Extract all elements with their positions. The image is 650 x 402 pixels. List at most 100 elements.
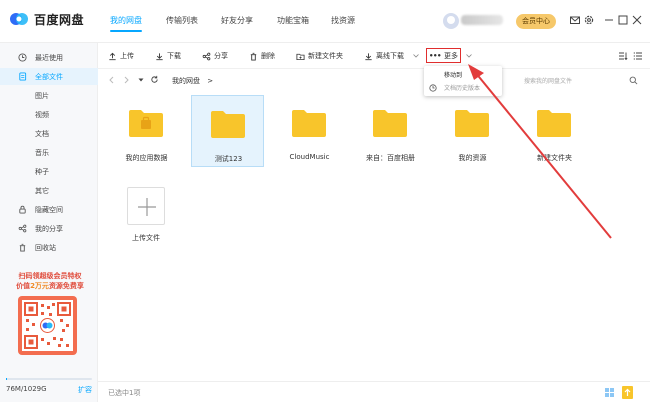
promo-text[interactable]: 扫码领超级会员特权 价值2万元资源免费享	[8, 271, 92, 291]
sidebar-item-label: 种子	[35, 167, 49, 176]
sidebar-item-recycle-bin[interactable]: 回收站	[0, 239, 98, 256]
sidebar-item-hidden-space[interactable]: 隐藏空间	[0, 201, 98, 218]
settings-gear-icon[interactable]	[583, 14, 595, 26]
upload-label: 上传	[120, 52, 134, 60]
back-arrow-icon[interactable]	[108, 76, 115, 84]
sidebar-item-my-shares[interactable]: 我的分享	[0, 220, 98, 237]
new-folder-button[interactable]: 新建文件夹	[296, 51, 343, 61]
file-item[interactable]: CloudMusic	[273, 95, 346, 167]
offline-download-label: 离线下载	[376, 52, 404, 60]
upload-file-tile[interactable]	[127, 187, 165, 225]
maximize-icon[interactable]	[617, 14, 629, 26]
more-dropdown-menu: 移动到 文档历史版本	[424, 66, 502, 96]
chevron-down-icon[interactable]	[466, 54, 472, 58]
promo-value-desc: 资源免费享	[48, 282, 84, 290]
trash-icon	[250, 52, 257, 61]
sidebar-item-other[interactable]: 其它	[0, 182, 98, 199]
file-icon	[19, 72, 27, 81]
minimize-icon[interactable]	[603, 14, 615, 26]
new-folder-icon	[296, 53, 305, 60]
file-name: CloudMusic	[289, 153, 330, 161]
lock-icon	[19, 205, 26, 214]
qr-code-icon	[24, 302, 71, 349]
expand-storage-link[interactable]: 扩容	[78, 385, 92, 395]
delete-button[interactable]: 删除	[249, 51, 275, 61]
ellipsis-icon: •••	[429, 51, 441, 60]
new-folder-label: 新建文件夹	[308, 52, 343, 60]
sidebar-item-torrents[interactable]: 种子	[0, 163, 98, 180]
tab-toolbox[interactable]: 功能宝箱	[277, 15, 309, 26]
username-blurred[interactable]	[461, 15, 503, 25]
sidebar-item-label: 全部文件	[35, 72, 63, 81]
search-input[interactable]: 搜索我的网盘文件	[524, 72, 642, 88]
app-folder-icon	[129, 110, 163, 137]
file-toolbar: 上传 下载 分享 删除 新建文件夹 离线下载 ••• 更多	[98, 43, 650, 69]
status-bar: 已选中1项	[98, 381, 650, 402]
grid-view-icon[interactable]	[604, 387, 615, 398]
app-name: 百度网盘	[34, 12, 85, 27]
upload-button[interactable]: 上传	[108, 51, 134, 61]
sidebar-item-images[interactable]: 图片	[0, 87, 98, 104]
storage-progress-bar	[6, 378, 92, 380]
download-icon	[156, 52, 163, 60]
file-name: 我的应用数据	[125, 154, 168, 162]
file-item[interactable]: 来自：百度相册	[354, 95, 427, 167]
close-icon[interactable]	[631, 14, 643, 26]
file-item[interactable]: 测试123	[191, 95, 264, 167]
tab-find-resources[interactable]: 找资源	[331, 15, 355, 26]
list-view-icon[interactable]	[633, 51, 643, 61]
file-name: 我的资源	[458, 154, 487, 162]
file-item[interactable]: 新建文件夹	[518, 95, 591, 167]
download-button[interactable]: 下载	[155, 51, 181, 61]
upload-icon	[109, 52, 116, 60]
sidebar-item-label: 音乐	[35, 148, 49, 157]
chevron-down-icon[interactable]	[413, 54, 419, 58]
promo-qr-code[interactable]	[18, 296, 77, 355]
storage-usage-text: 76M/1029G	[6, 385, 47, 393]
tab-friend-share[interactable]: 好友分享	[221, 15, 253, 26]
sidebar-item-recent[interactable]: 最近使用	[0, 49, 98, 66]
mail-icon[interactable]	[569, 14, 581, 26]
more-label: 更多	[443, 51, 458, 60]
menu-item-move-to[interactable]: 移动到	[424, 68, 502, 81]
sidebar-item-documents[interactable]: 文档	[0, 125, 98, 142]
refresh-icon[interactable]	[150, 75, 159, 84]
sidebar-item-all-files[interactable]: 全部文件	[0, 68, 98, 85]
history-dropdown-icon[interactable]	[138, 78, 144, 82]
title-bar: 百度网盘 我的网盘 传输列表 好友分享 功能宝箱 找资源 会员中心	[0, 0, 650, 43]
sidebar-item-label: 视频	[35, 110, 49, 119]
sidebar-item-videos[interactable]: 视频	[0, 106, 98, 123]
folder-icon	[537, 110, 571, 137]
search-icon[interactable]	[629, 76, 638, 85]
offline-download-button[interactable]: 离线下载	[364, 51, 404, 61]
history-clock-icon	[429, 83, 437, 92]
share-icon	[202, 52, 211, 60]
sidebar-item-label: 最近使用	[35, 53, 63, 62]
avatar[interactable]	[443, 13, 459, 29]
vip-center-button[interactable]: 会员中心	[516, 14, 556, 29]
share-button[interactable]: 分享	[202, 51, 228, 61]
forward-arrow-icon[interactable]	[123, 76, 130, 84]
promo-line-1: 扫码领超级会员特权	[18, 272, 82, 280]
sidebar-item-label: 回收站	[35, 243, 56, 252]
upload-file-label: 上传文件	[132, 234, 160, 242]
folder-icon	[292, 110, 326, 137]
file-item[interactable]: 我的应用数据	[110, 95, 183, 167]
clock-icon	[18, 53, 27, 62]
transfer-arrow-icon[interactable]	[622, 386, 633, 399]
search-placeholder: 搜索我的网盘文件	[524, 77, 573, 85]
menu-item-doc-history[interactable]: 文档历史版本	[424, 81, 502, 94]
tab-my-disk[interactable]: 我的网盘	[110, 15, 142, 32]
sidebar-item-music[interactable]: 音乐	[0, 144, 98, 161]
menu-item-label: 移动到	[444, 72, 463, 79]
sidebar-item-label: 图片	[35, 91, 49, 100]
delete-label: 删除	[261, 52, 275, 60]
file-item[interactable]: 我的资源	[436, 95, 509, 167]
sort-icon[interactable]	[618, 51, 628, 61]
more-button[interactable]: ••• 更多	[426, 48, 461, 63]
sidebar-item-label: 我的分享	[35, 224, 63, 233]
breadcrumb-item[interactable]: 我的网盘	[172, 77, 200, 85]
tab-transfer-list[interactable]: 传输列表	[166, 15, 198, 26]
path-bar: 我的网盘 > 搜索我的网盘文件	[98, 69, 650, 91]
plus-icon	[138, 198, 156, 216]
